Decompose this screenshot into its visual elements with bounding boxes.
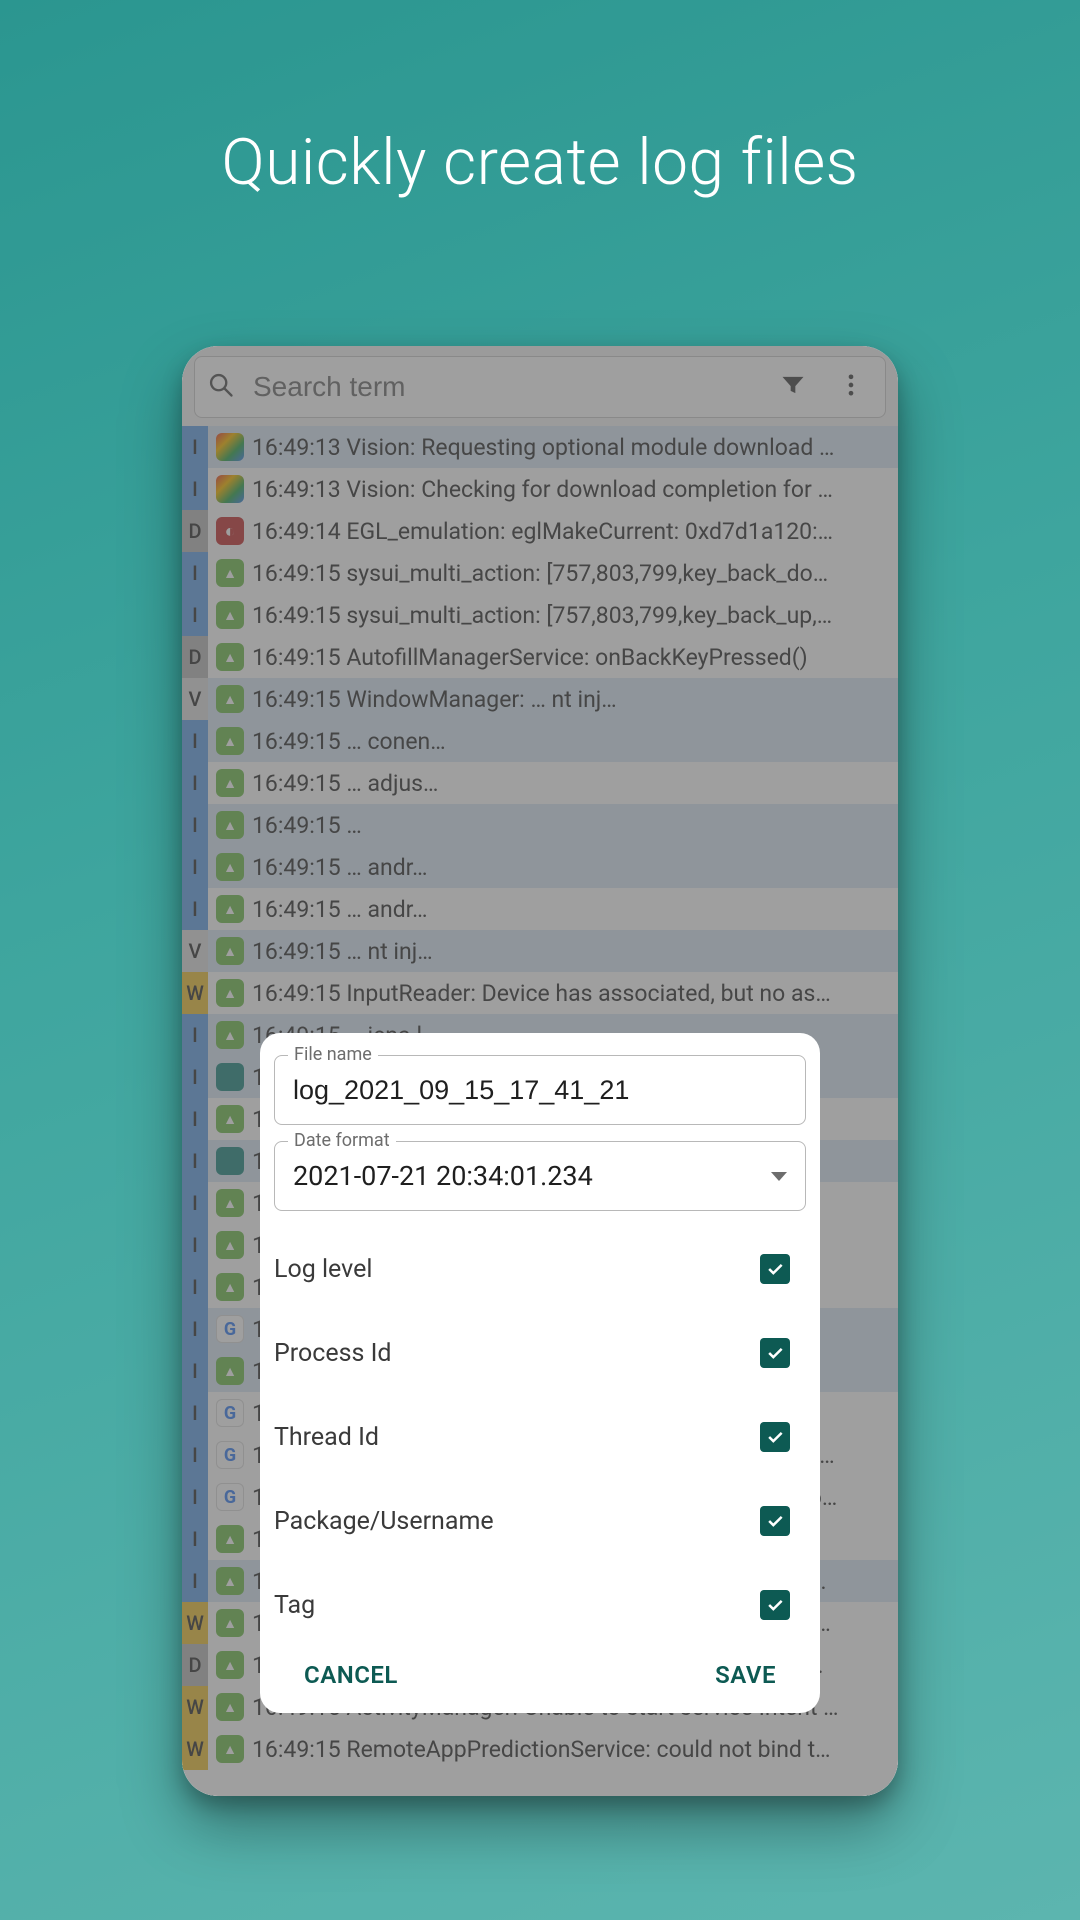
option-package-username[interactable]: Package/Username bbox=[260, 1479, 820, 1563]
phone-frame: I16:49:13 Vision: Requesting optional mo… bbox=[182, 346, 898, 1796]
save-button[interactable]: SAVE bbox=[715, 1661, 776, 1689]
chevron-down-icon bbox=[771, 1172, 787, 1181]
option-label: Process Id bbox=[274, 1339, 392, 1368]
option-log-level[interactable]: Log level bbox=[260, 1227, 820, 1311]
checkbox-checked-icon[interactable] bbox=[760, 1506, 790, 1536]
checkbox-checked-icon[interactable] bbox=[760, 1338, 790, 1368]
option-thread-id[interactable]: Thread Id bbox=[260, 1395, 820, 1479]
checkbox-checked-icon[interactable] bbox=[760, 1254, 790, 1284]
option-tag[interactable]: Tag bbox=[260, 1563, 820, 1647]
option-label: Tag bbox=[274, 1591, 315, 1620]
date-format-value: 2021-07-21 20:34:01.234 bbox=[293, 1160, 593, 1192]
date-format-label: Date format bbox=[288, 1130, 396, 1151]
option-label: Package/Username bbox=[274, 1507, 494, 1536]
option-process-id[interactable]: Process Id bbox=[260, 1311, 820, 1395]
cancel-button[interactable]: CANCEL bbox=[304, 1661, 398, 1689]
file-name-field: File name bbox=[274, 1055, 806, 1125]
promo-title: Quickly create log files bbox=[0, 125, 1080, 200]
option-label: Log level bbox=[274, 1255, 372, 1284]
phone-screen: I16:49:13 Vision: Requesting optional mo… bbox=[182, 346, 898, 1796]
file-name-input[interactable] bbox=[274, 1055, 806, 1125]
option-label: Thread Id bbox=[274, 1423, 379, 1452]
checkbox-checked-icon[interactable] bbox=[760, 1590, 790, 1620]
date-format-field: Date format 2021-07-21 20:34:01.234 bbox=[274, 1141, 806, 1211]
checkbox-checked-icon[interactable] bbox=[760, 1422, 790, 1452]
file-name-label: File name bbox=[288, 1044, 378, 1065]
date-format-select[interactable]: 2021-07-21 20:34:01.234 bbox=[274, 1141, 806, 1211]
save-log-dialog: File name Date format 2021-07-21 20:34:0… bbox=[260, 1033, 820, 1713]
